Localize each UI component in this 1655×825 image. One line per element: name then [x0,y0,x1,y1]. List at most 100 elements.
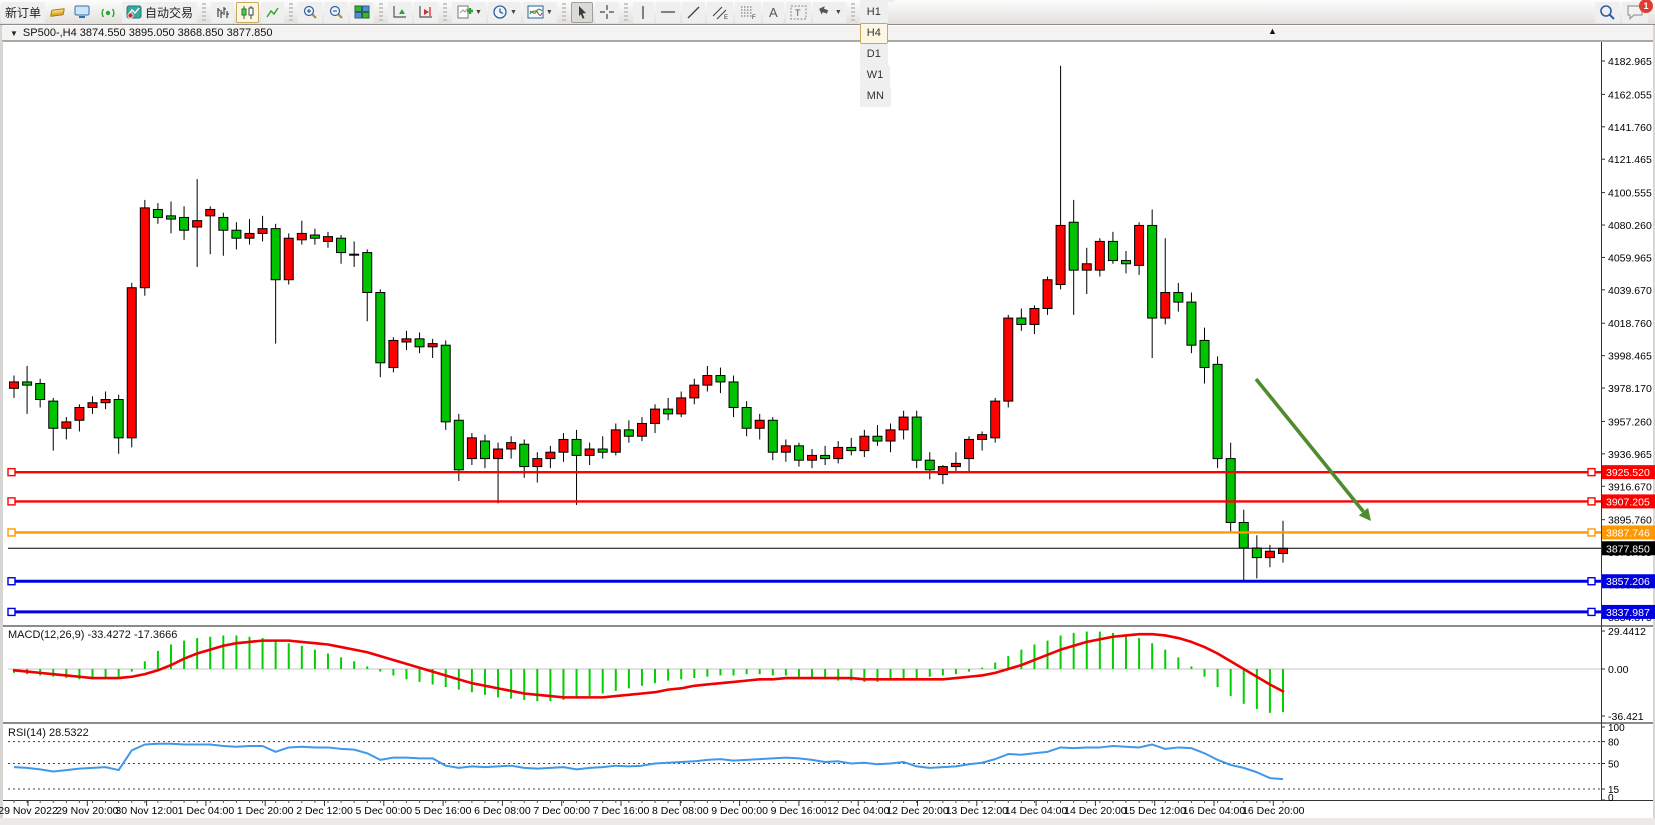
current-price-tag: 3877.850 [1602,541,1655,555]
candlestick-icon[interactable] [236,2,259,23]
rsi-axis-label: 50 [1608,760,1620,771]
templates-button[interactable]: ▼ [523,2,557,23]
price-axis-label: 3916.670 [1608,481,1652,493]
horizontal-line-object[interactable] [8,608,1601,615]
candle-body [1017,318,1026,324]
zoom-out-icon[interactable] [324,2,348,23]
notification-badge: 1 [1639,0,1653,13]
horizontal-line-object[interactable] [8,529,1601,536]
signal-icon [100,5,116,19]
line-price-tag: 3887.746 [1602,525,1655,539]
price-axis-label: 3895.760 [1608,515,1652,527]
time-axis-label: 1 Dec 20:00 [237,805,294,817]
signal-icon[interactable] [96,2,120,23]
text-icon[interactable]: A [763,2,784,23]
candle-body [441,345,450,422]
candle-body [454,420,463,470]
time-axis[interactable]: 29 Nov 202229 Nov 20:0030 Nov 12:001 Dec… [0,800,1305,817]
chat-notification-button[interactable]: 1 [1622,2,1648,23]
time-axis-label: 12 Dec 20:00 [886,805,949,817]
line-handle[interactable] [8,608,15,615]
time-axis-label: 8 Dec 08:00 [652,805,709,817]
trendline-icon[interactable] [682,2,705,23]
line-handle[interactable] [1588,498,1595,505]
arrows-icon[interactable]: ▼ [813,2,846,23]
time-axis-label: 2 Dec 12:00 [296,805,353,817]
price-axis-label: 4182.965 [1608,56,1652,68]
candle-body [310,235,319,238]
candle-body [899,417,908,430]
fibonacci-icon[interactable]: F [735,2,761,23]
timeframe-button-mn[interactable]: MN [860,86,891,107]
candle-body [1056,225,1065,284]
timeframe-button-h1[interactable]: H1 [860,2,888,23]
horizontal-line-object[interactable] [8,578,1601,585]
line-handle[interactable] [8,498,15,505]
zoom-in-icon[interactable] [298,2,322,23]
periods-clock-button[interactable]: ▼ [488,2,521,23]
terminal-icon [74,5,90,19]
timeframe-button-d1[interactable]: D1 [860,44,888,65]
candle-body [101,400,110,403]
terminal-icon[interactable] [70,2,94,23]
tile-windows-icon[interactable] [350,2,374,23]
candle-body [965,439,974,458]
arrow-annotation[interactable] [1256,379,1371,521]
rsi-axis[interactable]: 1008050150 [1601,723,1625,804]
time-axis-label: 6 Dec 08:00 [474,805,531,817]
macd-axis[interactable]: 29.44120.00-36.421 [1601,626,1646,723]
candle-body [49,401,58,428]
candle-body [690,385,699,398]
search-icon[interactable] [1595,2,1620,23]
line-chart-icon[interactable] [261,2,284,23]
trading-terminal-window: 新订单 自动交易 [0,0,1655,825]
line-handle[interactable] [1588,608,1595,615]
candle-body [716,376,725,382]
candle-body [533,459,542,467]
gold-bar-icon[interactable] [47,2,68,23]
crosshair-icon[interactable] [595,2,619,23]
line-handle[interactable] [8,529,15,536]
autoscroll-icon[interactable] [388,2,412,23]
line-handle[interactable] [1588,529,1595,536]
rsi-axis-label: 80 [1608,738,1620,749]
candle-body [768,420,777,452]
line-handle[interactable] [1588,578,1595,585]
rsi-axis-label: 0 [1608,793,1614,804]
cursor-icon[interactable] [571,2,593,23]
candle-body [415,339,424,347]
timeframe-button-w1[interactable]: W1 [860,65,891,86]
candle-body [1122,261,1131,264]
candle-body [1226,459,1235,523]
chart-scroll-marker-icon[interactable]: ▲ [1268,26,1277,36]
bar-chart-icon[interactable] [211,2,234,23]
candle-body [1148,225,1157,318]
new-order-button[interactable]: 新订单 [1,2,45,23]
candle-body [114,400,123,438]
channel-icon[interactable]: E [707,2,733,23]
toolbar-separator [562,3,566,21]
macd-axis-label: -36.421 [1608,711,1644,723]
chart-canvas[interactable]: 4182.9654162.0554141.7604121.4654100.555… [0,0,1655,825]
line-handle[interactable] [1588,469,1595,476]
new-chart-button[interactable]: ▼ [452,2,486,23]
candle-body [153,209,162,217]
text-label-icon[interactable]: T [786,2,811,23]
toolbar-separator [851,3,855,21]
line-handle[interactable] [8,578,15,585]
macd-indicator-label: MACD(12,26,9) -33.4272 -17.3666 [8,629,177,641]
vertical-line-icon[interactable] [633,2,654,23]
horizontal-line-object[interactable] [8,469,1601,476]
horizontal-line-icon[interactable] [656,2,680,23]
line-handle[interactable] [8,469,15,476]
candle-body [624,430,633,436]
horizontal-line-object[interactable] [8,498,1601,505]
auto-trading-button[interactable]: 自动交易 [122,2,197,23]
chevron-down-icon: ▼ [475,9,482,16]
line-price-tag: 3925.520 [1602,465,1655,479]
timeframe-button-h4[interactable]: H4 [860,23,888,44]
one-click-trading-triangle[interactable]: ▼ [10,29,18,38]
window-bottom-edge [0,818,1655,825]
chart-shift-icon[interactable] [414,2,438,23]
price-axis-label: 4121.465 [1608,154,1652,166]
